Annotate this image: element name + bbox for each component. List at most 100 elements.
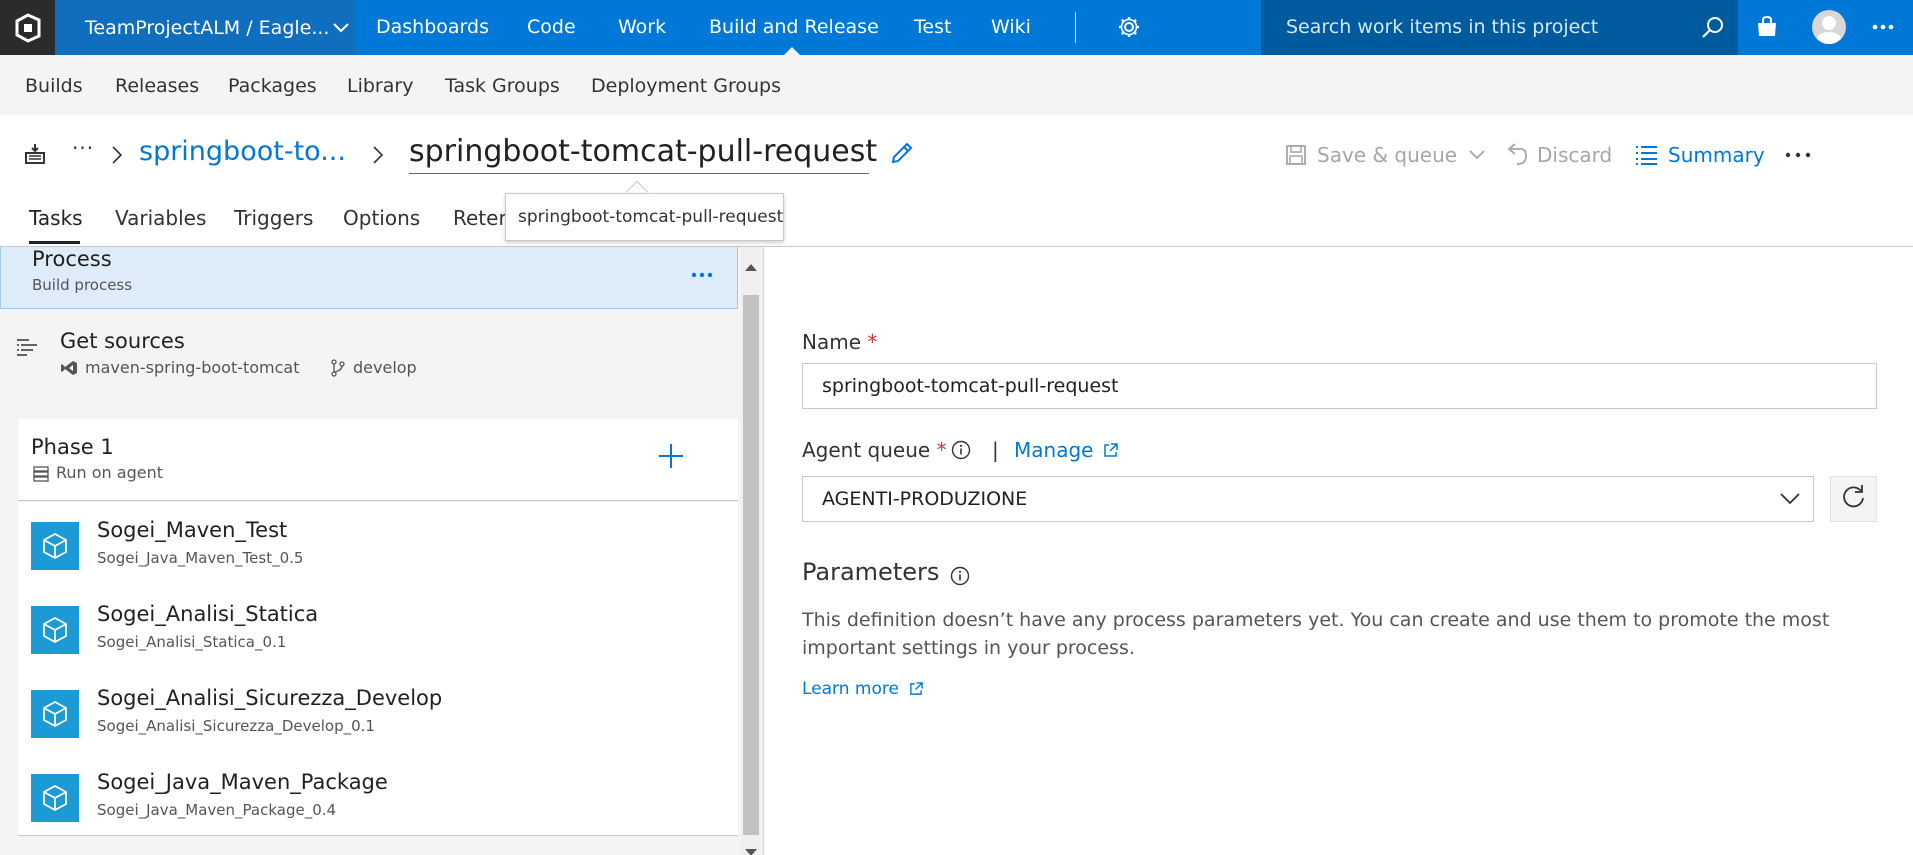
parameters-heading: Parameters — [802, 558, 940, 586]
external-link-icon — [909, 682, 923, 696]
name-field-label: Name * — [802, 330, 877, 354]
info-icon[interactable] — [951, 440, 971, 464]
tab-retention[interactable]: Reten — [453, 206, 511, 230]
search-icon[interactable] — [1701, 15, 1725, 43]
subnav-task-groups[interactable]: Task Groups — [445, 55, 560, 118]
save-icon — [1285, 144, 1307, 166]
marketplace-bag-icon[interactable] — [1755, 15, 1779, 43]
tab-triggers[interactable]: Triggers — [234, 206, 313, 230]
nav-code[interactable]: Code — [527, 0, 576, 55]
nav-wiki[interactable]: Wiki — [991, 0, 1031, 55]
breadcrumb-folder-link[interactable]: springboot-to... — [139, 136, 346, 167]
task-name: Sogei_Analisi_Sicurezza_Develop — [97, 686, 443, 710]
discard-button[interactable]: Discard — [1505, 143, 1612, 167]
required-marker: * — [867, 330, 878, 354]
task-name: Sogei_Analisi_Statica — [97, 602, 319, 626]
gear-icon[interactable] — [1117, 15, 1141, 43]
subnav-packages[interactable]: Packages — [228, 55, 317, 118]
refresh-button[interactable] — [1830, 476, 1877, 522]
refresh-icon — [1841, 484, 1867, 514]
task-name: Sogei_Java_Maven_Package — [97, 770, 388, 794]
search-box[interactable]: Search work items in this project — [1261, 0, 1738, 55]
pencil-icon[interactable] — [889, 140, 915, 170]
discard-label: Discard — [1537, 143, 1613, 167]
avatar[interactable] — [1812, 10, 1846, 44]
chevron-down-icon[interactable] — [1780, 490, 1800, 509]
search-input[interactable]: Search work items in this project — [1286, 0, 1598, 55]
get-sources-title[interactable]: Get sources — [60, 329, 185, 353]
agent-queue-value: AGENTI-PRODUZIONE — [822, 488, 1028, 510]
more-options-icon[interactable] — [1872, 16, 1894, 42]
tab-options[interactable]: Options — [343, 206, 420, 230]
task-package-icon — [31, 606, 79, 654]
page-title: springboot-tomcat-pull-request — [409, 134, 878, 169]
top-nav-bar: TeamProjectALM / Eagle... Dashboards Cod… — [0, 0, 1913, 55]
task-item[interactable]: Sogei_Maven_Test Sogei_Java_Maven_Test_0… — [18, 502, 738, 586]
subnav-deployment-groups[interactable]: Deployment Groups — [591, 55, 781, 118]
task-item[interactable]: Sogei_Analisi_Statica Sogei_Analisi_Stat… — [18, 586, 738, 670]
build-definition-icon — [24, 143, 46, 169]
task-package-icon — [31, 522, 79, 570]
parameters-description: This definition doesn’t have any process… — [802, 609, 1830, 659]
task-package-icon — [31, 774, 79, 822]
subnav-builds[interactable]: Builds — [25, 55, 83, 118]
task-version: Sogei_Analisi_Sicurezza_Develop_0.1 — [97, 717, 375, 735]
server-icon — [33, 466, 49, 486]
chevron-down-icon — [1469, 150, 1485, 160]
active-tab-indicator — [29, 241, 80, 244]
get-sources-icon — [15, 337, 39, 363]
nav-separator — [1075, 12, 1076, 43]
separator: | — [992, 438, 999, 462]
undo-icon — [1505, 143, 1527, 167]
title-tooltip: springboot-tomcat-pull-request — [505, 193, 784, 241]
definition-title-field[interactable]: springboot-tomcat-pull-request — [409, 132, 877, 174]
phase-card[interactable]: Phase 1 Run on agent — [18, 419, 738, 501]
nav-test[interactable]: Test — [914, 0, 951, 55]
subnav-releases[interactable]: Releases — [115, 55, 199, 118]
tab-variables[interactable]: Variables — [115, 206, 206, 230]
task-version: Sogei_Analisi_Statica_0.1 — [97, 633, 287, 651]
info-icon[interactable] — [950, 566, 970, 590]
subnav-library[interactable]: Library — [347, 55, 413, 118]
scrollbar-thumb[interactable] — [743, 295, 759, 835]
more-options-icon[interactable] — [691, 264, 713, 283]
chevron-right-icon — [112, 146, 123, 168]
process-title: Process — [32, 247, 112, 271]
task-item[interactable]: Sogei_Java_Maven_Package Sogei_Java_Mave… — [18, 754, 738, 838]
name-field[interactable]: springboot-tomcat-pull-request — [802, 363, 1877, 409]
pane-splitter[interactable] — [762, 247, 764, 855]
nav-work[interactable]: Work — [618, 0, 666, 55]
process-subtitle: Build process — [32, 276, 133, 294]
task-version: Sogei_Java_Maven_Test_0.5 — [97, 549, 304, 567]
scroll-down-arrow-icon[interactable] — [745, 842, 757, 855]
branch-icon — [330, 359, 346, 381]
agent-queue-dropdown[interactable]: AGENTI-PRODUZIONE — [802, 476, 1814, 522]
process-node[interactable]: Process Build process — [0, 247, 738, 309]
project-selector[interactable]: TeamProjectALM / Eagle... — [55, 0, 355, 55]
summary-button[interactable]: Summary — [1634, 143, 1765, 167]
breadcrumb-more[interactable]: ··· — [72, 136, 94, 160]
scroll-up-arrow-icon[interactable] — [745, 256, 757, 275]
vsts-logo-icon[interactable] — [0, 0, 55, 55]
add-task-icon[interactable] — [658, 443, 684, 473]
project-name: TeamProjectALM / Eagle... — [85, 16, 330, 39]
active-nav-caret-icon — [784, 47, 800, 55]
task-list: Sogei_Maven_Test Sogei_Java_Maven_Test_0… — [18, 502, 738, 836]
manage-link[interactable]: Manage — [1014, 438, 1119, 462]
secondary-nav-bar: Builds Releases Packages Library Task Gr… — [0, 55, 1913, 115]
manage-label: Manage — [1014, 438, 1094, 462]
task-version: Sogei_Java_Maven_Package_0.4 — [97, 801, 337, 819]
learn-more-link[interactable]: Learn more — [802, 679, 923, 699]
name-label-text: Name — [802, 330, 862, 354]
agent-queue-label: Agent queue * — [802, 438, 947, 462]
tab-tasks[interactable]: Tasks — [29, 206, 83, 230]
more-actions-icon[interactable] — [1785, 144, 1811, 163]
agent-queue-label-text: Agent queue — [802, 438, 931, 462]
save-and-queue-button[interactable]: Save & queue — [1285, 143, 1485, 167]
branch-name: develop — [353, 358, 417, 377]
task-item[interactable]: Sogei_Analisi_Sicurezza_Develop Sogei_An… — [18, 670, 738, 754]
nav-dashboards[interactable]: Dashboards — [376, 0, 489, 55]
task-package-icon — [31, 690, 79, 738]
list-icon — [1634, 144, 1658, 166]
learn-more-label: Learn more — [802, 679, 899, 699]
